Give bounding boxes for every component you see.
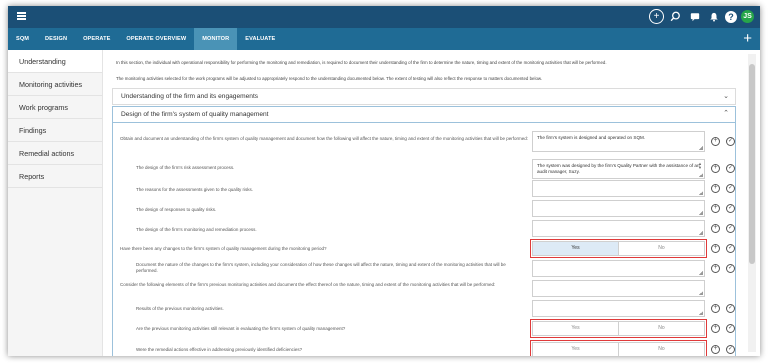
answer-field[interactable] [532, 180, 705, 197]
check-circle-icon[interactable]: ✓ [726, 224, 735, 233]
add-comment-icon[interactable]: + [711, 184, 720, 193]
help-icon[interactable]: ? [725, 10, 737, 23]
resize-handle[interactable] [699, 311, 703, 315]
add-comment-icon[interactable]: + [711, 324, 720, 333]
sidebar-item-remedial-actions[interactable]: Remedial actions [8, 142, 102, 165]
question-text: Document the nature of the changes to th… [136, 262, 506, 273]
answer-text: The firm's system is designed and operat… [537, 135, 646, 140]
add-comment-icon[interactable]: + [711, 244, 720, 253]
avatar[interactable]: JS [741, 10, 754, 23]
question-text: The design of the firm's monitoring and … [136, 227, 257, 232]
answer-field[interactable] [532, 300, 705, 317]
question-text: The design of the firm's risk assessment… [136, 165, 235, 170]
resize-handle[interactable] [699, 191, 703, 195]
question-text: Obtain and document an understanding of … [120, 136, 529, 141]
add-comment-icon[interactable]: + [711, 345, 720, 354]
answer-field[interactable]: The system was designed by the firm's Qu… [532, 159, 705, 179]
resize-handle[interactable] [699, 146, 703, 150]
resize-handle[interactable] [699, 291, 703, 295]
chat-icon[interactable] [687, 9, 702, 24]
answer-field[interactable]: The firm's system is designed and operat… [532, 131, 705, 152]
resize-handle[interactable] [699, 271, 703, 275]
accordion-understanding-firm[interactable]: Understanding of the firm and its engage… [112, 88, 736, 105]
answer-field[interactable] [532, 220, 705, 237]
sidebar-item-findings[interactable]: Findings [8, 119, 102, 142]
highlight-box [530, 340, 707, 356]
question-text: Are the previous monitoring activities s… [136, 326, 346, 331]
main-nav: SQM DESIGN OPERATE OPERATE OVERVIEW MONI… [8, 28, 760, 50]
highlight-box [530, 239, 707, 258]
intro-text-1: In this section, the individual with ope… [116, 60, 607, 65]
hamburger-menu-icon[interactable] [17, 12, 26, 20]
tab-operate-overview[interactable]: OPERATE OVERVIEW [118, 28, 194, 50]
chevron-down-icon[interactable]: ⌄ [723, 92, 729, 100]
vertical-scrollbar[interactable] [748, 54, 756, 352]
add-comment-icon[interactable]: + [711, 264, 720, 273]
app-window: + ? JS SQM DESIGN OPERATE OPERATE OVERVI… [8, 6, 760, 356]
resize-handle[interactable] [699, 231, 703, 235]
check-circle-icon[interactable]: ✓ [726, 324, 735, 333]
scrollbar-thumb[interactable] [749, 64, 755, 264]
sidebar-item-work-programs[interactable]: Work programs [8, 96, 102, 119]
search-icon[interactable] [668, 9, 683, 24]
tab-design[interactable]: DESIGN [37, 28, 75, 50]
sidebar-item-monitoring-activities[interactable]: Monitoring activities [8, 73, 102, 96]
check-circle-icon[interactable]: ✓ [726, 204, 735, 213]
resize-handle[interactable] [699, 211, 703, 215]
answer-field[interactable] [532, 200, 705, 217]
question-text: Results of the previous monitoring activ… [136, 306, 224, 311]
scroll-arrows-icon[interactable]: ▲ ▼ [698, 162, 702, 170]
check-circle-icon[interactable]: ✓ [726, 137, 735, 146]
answer-field[interactable] [532, 260, 705, 277]
check-circle-icon[interactable]: ✓ [726, 244, 735, 253]
add-comment-icon[interactable]: + [711, 137, 720, 146]
top-icons: + ? JS [649, 9, 754, 24]
question-text: The design of responses to quality risks… [136, 207, 217, 212]
add-comment-icon[interactable]: + [711, 164, 720, 173]
check-circle-icon[interactable]: ✓ [726, 304, 735, 313]
sidebar-item-understanding[interactable]: Understanding [8, 50, 102, 73]
sidebar: Understanding Monitoring activities Work… [8, 50, 103, 356]
tab-sqm[interactable]: SQM [8, 28, 37, 50]
top-bar: + ? JS [8, 6, 760, 28]
tab-operate[interactable]: OPERATE [75, 28, 118, 50]
sidebar-item-reports[interactable]: Reports [8, 165, 102, 188]
question-text: Were the remedial actions effective in a… [136, 347, 303, 352]
main-content: In this section, the individual with ope… [106, 50, 746, 356]
check-circle-icon[interactable]: ✓ [726, 164, 735, 173]
check-circle-icon[interactable]: ✓ [726, 345, 735, 354]
highlight-box [530, 319, 707, 338]
add-comment-icon[interactable]: + [711, 304, 720, 313]
resize-handle[interactable] [699, 173, 703, 177]
notification-icon[interactable] [706, 9, 721, 24]
question-text: The reasons for the assessments given to… [136, 187, 254, 192]
plus-icon[interactable]: + [743, 31, 752, 46]
add-circle-icon[interactable]: + [649, 9, 664, 24]
accordion-title: Understanding of the firm and its engage… [121, 93, 259, 100]
add-comment-icon[interactable]: + [711, 224, 720, 233]
answer-field[interactable] [532, 280, 705, 297]
add-comment-icon[interactable]: + [711, 204, 720, 213]
question-text: Have there been any changes to the firm'… [120, 246, 327, 251]
tab-evaluate[interactable]: EVALUATE [237, 28, 283, 50]
tab-monitor[interactable]: MONITOR [194, 28, 238, 50]
intro-text-2: The monitoring activities selected for t… [116, 76, 543, 81]
answer-text: The system was designed by the firm's Qu… [537, 163, 700, 174]
question-text: Consider the following elements of the f… [120, 282, 496, 287]
check-circle-icon[interactable]: ✓ [726, 264, 735, 273]
check-circle-icon[interactable]: ✓ [726, 184, 735, 193]
